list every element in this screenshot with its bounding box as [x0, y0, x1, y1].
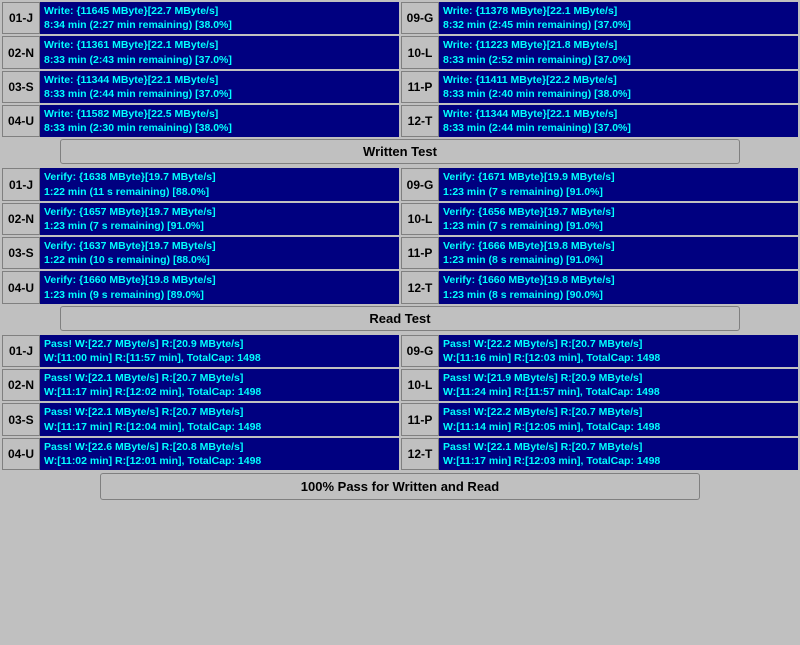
- write-section-row-2-right: 11-PWrite: {11411 MByte}[22.2 MByte/s]8:…: [401, 71, 798, 103]
- bottom-bar: 100% Pass for Written and Read: [100, 473, 700, 500]
- write-section: 01-JWrite: {11645 MByte}[22.7 MByte/s]8:…: [0, 0, 800, 137]
- pass-section-row-0-right-id: 09-G: [401, 335, 439, 367]
- verify-section-row-2-right-data: Verify: {1666 MByte}[19.8 MByte/s]1:23 m…: [439, 237, 798, 269]
- pass-section-row-0-right: 09-GPass! W:[22.2 MByte/s] R:[20.7 MByte…: [401, 335, 798, 367]
- write-section-row-2-right-data: Write: {11411 MByte}[22.2 MByte/s]8:33 m…: [439, 71, 798, 103]
- verify-section-row-1-right-id: 10-L: [401, 203, 439, 235]
- pass-section-row-0-left-id: 01-J: [2, 335, 40, 367]
- pass-section-row-2-right: 11-PPass! W:[22.2 MByte/s] R:[20.7 MByte…: [401, 403, 798, 435]
- write-section-row-1-left-id: 02-N: [2, 36, 40, 68]
- write-section-row-1-left: 02-NWrite: {11361 MByte}[22.1 MByte/s]8:…: [2, 36, 399, 68]
- verify-section-row-0-right-data: Verify: {1671 MByte}[19.9 MByte/s]1:23 m…: [439, 168, 798, 200]
- verify-section-row-3-right-id: 12-T: [401, 271, 439, 303]
- write-section-row-2-right-id: 11-P: [401, 71, 439, 103]
- pass-section-row-0-left: 01-JPass! W:[22.7 MByte/s] R:[20.9 MByte…: [2, 335, 399, 367]
- pass-section-row-0-left-data: Pass! W:[22.7 MByte/s] R:[20.9 MByte/s]W…: [40, 335, 399, 367]
- pass-section-row-1-right: 10-LPass! W:[21.9 MByte/s] R:[20.9 MByte…: [401, 369, 798, 401]
- pass-section-row-2-right-data: Pass! W:[22.2 MByte/s] R:[20.7 MByte/s]W…: [439, 403, 798, 435]
- verify-section-row-0-left-data: Verify: {1638 MByte}[19.7 MByte/s]1:22 m…: [40, 168, 399, 200]
- pass-section-row-0-right-data: Pass! W:[22.2 MByte/s] R:[20.7 MByte/s]W…: [439, 335, 798, 367]
- verify-section-row-3-right-data: Verify: {1660 MByte}[19.8 MByte/s]1:23 m…: [439, 271, 798, 303]
- verify-section-row-1-right: 10-LVerify: {1656 MByte}[19.7 MByte/s]1:…: [401, 203, 798, 235]
- write-section-row-0-left-data: Write: {11645 MByte}[22.7 MByte/s]8:34 m…: [40, 2, 399, 34]
- write-section-row-1-left-data: Write: {11361 MByte}[22.1 MByte/s]8:33 m…: [40, 36, 399, 68]
- write-section-row-0-right-id: 09-G: [401, 2, 439, 34]
- write-section-row-3-left-id: 04-U: [2, 105, 40, 137]
- verify-section-row-3-left-data: Verify: {1660 MByte}[19.8 MByte/s]1:23 m…: [40, 271, 399, 303]
- write-section-row-3-right-id: 12-T: [401, 105, 439, 137]
- main-container: 01-JWrite: {11645 MByte}[22.7 MByte/s]8:…: [0, 0, 800, 645]
- pass-section-row-1-right-id: 10-L: [401, 369, 439, 401]
- write-section-row-0-right-data: Write: {11378 MByte}[22.1 MByte/s]8:32 m…: [439, 2, 798, 34]
- pass-section-row-1-left-id: 02-N: [2, 369, 40, 401]
- pass-section: 01-JPass! W:[22.7 MByte/s] R:[20.9 MByte…: [0, 333, 800, 470]
- write-section-row-3-left: 04-UWrite: {11582 MByte}[22.5 MByte/s]8:…: [2, 105, 399, 137]
- write-section-row-1-right: 10-LWrite: {11223 MByte}[21.8 MByte/s]8:…: [401, 36, 798, 68]
- write-section-row-2-left: 03-SWrite: {11344 MByte}[22.1 MByte/s]8:…: [2, 71, 399, 103]
- pass-section-row-2-right-id: 11-P: [401, 403, 439, 435]
- write-section-row-1-right-id: 10-L: [401, 36, 439, 68]
- pass-section-row-3-right: 12-TPass! W:[22.1 MByte/s] R:[20.7 MByte…: [401, 438, 798, 470]
- write-section-row-1-right-data: Write: {11223 MByte}[21.8 MByte/s]8:33 m…: [439, 36, 798, 68]
- verify-section-row-0-right: 09-GVerify: {1671 MByte}[19.9 MByte/s]1:…: [401, 168, 798, 200]
- pass-section-row-3-left-data: Pass! W:[22.6 MByte/s] R:[20.8 MByte/s]W…: [40, 438, 399, 470]
- verify-section-row-0-left-id: 01-J: [2, 168, 40, 200]
- write-section-row-2-left-data: Write: {11344 MByte}[22.1 MByte/s]8:33 m…: [40, 71, 399, 103]
- pass-section-row-3-right-data: Pass! W:[22.1 MByte/s] R:[20.7 MByte/s]W…: [439, 438, 798, 470]
- pass-section-row-3-left-id: 04-U: [2, 438, 40, 470]
- verify-section: 01-JVerify: {1638 MByte}[19.7 MByte/s]1:…: [0, 166, 800, 303]
- verify-section-row-1-left: 02-NVerify: {1657 MByte}[19.7 MByte/s]1:…: [2, 203, 399, 235]
- write-section-row-0-left-id: 01-J: [2, 2, 40, 34]
- write-section-row-3-left-data: Write: {11582 MByte}[22.5 MByte/s]8:33 m…: [40, 105, 399, 137]
- verify-section-row-3-left: 04-UVerify: {1660 MByte}[19.8 MByte/s]1:…: [2, 271, 399, 303]
- pass-section-row-3-right-id: 12-T: [401, 438, 439, 470]
- pass-section-row-3-left: 04-UPass! W:[22.6 MByte/s] R:[20.8 MByte…: [2, 438, 399, 470]
- write-section-row-0-right: 09-GWrite: {11378 MByte}[22.1 MByte/s]8:…: [401, 2, 798, 34]
- pass-section-row-2-left-id: 03-S: [2, 403, 40, 435]
- verify-section-row-2-left-id: 03-S: [2, 237, 40, 269]
- verify-section-row-1-right-data: Verify: {1656 MByte}[19.7 MByte/s]1:23 m…: [439, 203, 798, 235]
- verify-section-row-2-right: 11-PVerify: {1666 MByte}[19.8 MByte/s]1:…: [401, 237, 798, 269]
- pass-section-row-1-left: 02-NPass! W:[22.1 MByte/s] R:[20.7 MByte…: [2, 369, 399, 401]
- write-section-row-2-left-id: 03-S: [2, 71, 40, 103]
- write-section-row-3-right: 12-TWrite: {11344 MByte}[22.1 MByte/s]8:…: [401, 105, 798, 137]
- verify-section-row-0-right-id: 09-G: [401, 168, 439, 200]
- verify-section-row-1-left-data: Verify: {1657 MByte}[19.7 MByte/s]1:23 m…: [40, 203, 399, 235]
- verify-section-row-2-right-id: 11-P: [401, 237, 439, 269]
- pass-section-row-2-left-data: Pass! W:[22.1 MByte/s] R:[20.7 MByte/s]W…: [40, 403, 399, 435]
- verify-section-row-2-left: 03-SVerify: {1637 MByte}[19.7 MByte/s]1:…: [2, 237, 399, 269]
- verify-section-row-1-left-id: 02-N: [2, 203, 40, 235]
- verify-section-row-3-left-id: 04-U: [2, 271, 40, 303]
- verify-section-row-3-right: 12-TVerify: {1660 MByte}[19.8 MByte/s]1:…: [401, 271, 798, 303]
- verify-section-row-2-left-data: Verify: {1637 MByte}[19.7 MByte/s]1:22 m…: [40, 237, 399, 269]
- pass-section-row-2-left: 03-SPass! W:[22.1 MByte/s] R:[20.7 MByte…: [2, 403, 399, 435]
- pass-section-row-1-left-data: Pass! W:[22.1 MByte/s] R:[20.7 MByte/s]W…: [40, 369, 399, 401]
- verify-section-row-0-left: 01-JVerify: {1638 MByte}[19.7 MByte/s]1:…: [2, 168, 399, 200]
- written-test-header: Written Test: [60, 139, 740, 164]
- write-section-row-3-right-data: Write: {11344 MByte}[22.1 MByte/s]8:33 m…: [439, 105, 798, 137]
- read-test-header: Read Test: [60, 306, 740, 331]
- pass-section-row-1-right-data: Pass! W:[21.9 MByte/s] R:[20.9 MByte/s]W…: [439, 369, 798, 401]
- write-section-row-0-left: 01-JWrite: {11645 MByte}[22.7 MByte/s]8:…: [2, 2, 399, 34]
